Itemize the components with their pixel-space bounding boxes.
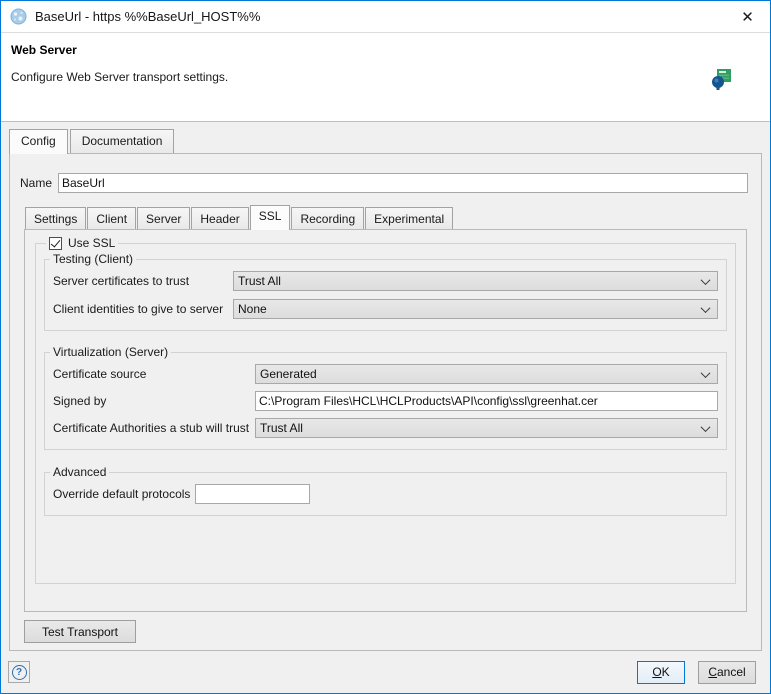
close-icon[interactable]: ✕ [725,1,770,32]
certificate-source-label: Certificate source [53,367,147,381]
tab-client[interactable]: Client [87,207,137,229]
client-identities-row: Client identities to give to server None [53,299,718,319]
transport-config-dialog: BaseUrl - https %%BaseUrl_HOST%% ✕ Web S… [0,0,771,694]
tab-header[interactable]: Header [191,207,249,229]
signed-by-label: Signed by [53,394,107,408]
cancel-label: Cancel [708,665,746,679]
signed-by-row: Signed by [53,391,718,411]
test-transport-label: Test Transport [41,624,119,639]
server-certificates-row: Server certificates to trust Trust All [53,271,718,291]
use-ssl-group: Use SSL Testing (Client) Server certific… [35,236,736,584]
help-button[interactable]: ? [8,661,30,683]
globe-icon [10,8,27,25]
testing-client-title: Testing (Client) [53,252,134,266]
tab-ssl[interactable]: SSL [249,205,291,230]
chevron-down-icon [700,274,711,285]
use-ssl-legend: Use SSL [46,236,118,250]
inner-tab-bar: Settings Client Server Header SSL Record… [25,205,761,230]
tab-server[interactable]: Server [137,207,191,229]
virtualization-server-group: Virtualization (Server) Certificate sour… [44,345,727,450]
certificate-authorities-row: Certificate Authorities a stub will trus… [53,418,718,438]
use-ssl-checkbox[interactable] [49,236,62,250]
header-title: Web Server [11,43,77,57]
tab-documentation[interactable]: Documentation [69,129,175,153]
tab-experimental[interactable]: Experimental [365,207,454,229]
tab-settings[interactable]: Settings [25,207,87,229]
certificate-source-select[interactable]: Generated [255,364,718,384]
override-protocols-label: Override default protocols [53,487,191,501]
signed-by-input[interactable] [255,391,718,411]
certificate-authorities-label: Certificate Authorities a stub will trus… [53,421,250,435]
ssl-tab-panel: Use SSL Testing (Client) Server certific… [24,229,747,612]
name-row: Name [20,173,748,193]
dialog-button-bar: ? OK Cancel [1,651,770,693]
tab-config[interactable]: Config [9,129,68,154]
client-identities-value: None [238,302,267,316]
testing-client-group: Testing (Client) Server certificates to … [44,252,727,331]
certificate-source-row: Certificate source Generated [53,364,718,384]
window-title: BaseUrl - https %%BaseUrl_HOST%% [35,9,261,24]
outer-tab-bar: Config Documentation [9,129,762,154]
cancel-button[interactable]: Cancel [698,660,756,684]
chevron-down-icon [700,421,711,432]
override-protocols-input[interactable] [195,484,311,504]
config-panel: Name Settings Client Server Header SSL R… [9,153,762,651]
certificate-authorities-value: Trust All [260,421,303,435]
override-protocols-row: Override default protocols [53,484,718,504]
certificate-authorities-select[interactable]: Trust All [255,418,718,438]
chevron-down-icon [700,302,711,313]
ok-label: OK [652,665,670,679]
test-transport-button[interactable]: Test Transport [24,620,136,643]
name-label: Name [20,176,53,190]
title-bar: BaseUrl - https %%BaseUrl_HOST%% ✕ [1,1,770,32]
server-certificates-value: Trust All [238,274,281,288]
chevron-down-icon [700,367,711,378]
server-certificates-select[interactable]: Trust All [233,271,718,291]
header-subtitle: Configure Web Server transport settings. [11,70,229,84]
certificate-source-value: Generated [260,367,317,381]
main-content: Config Documentation Name Settings Clien… [1,122,770,651]
dialog-header: Web Server Configure Web Server transpor… [1,32,770,122]
client-identities-label: Client identities to give to server [53,302,224,316]
tab-recording[interactable]: Recording [291,207,365,229]
advanced-group: Advanced Override default protocols [44,465,727,516]
advanced-title: Advanced [53,465,107,479]
name-input[interactable] [58,173,748,193]
ok-button[interactable]: OK [637,660,685,684]
use-ssl-label: Use SSL [68,236,116,250]
server-certificates-label: Server certificates to trust [53,274,190,288]
help-icon: ? [11,664,27,680]
web-server-transport-icon [712,69,731,90]
virtualization-server-title: Virtualization (Server) [53,345,169,359]
client-identities-select[interactable]: None [233,299,718,319]
